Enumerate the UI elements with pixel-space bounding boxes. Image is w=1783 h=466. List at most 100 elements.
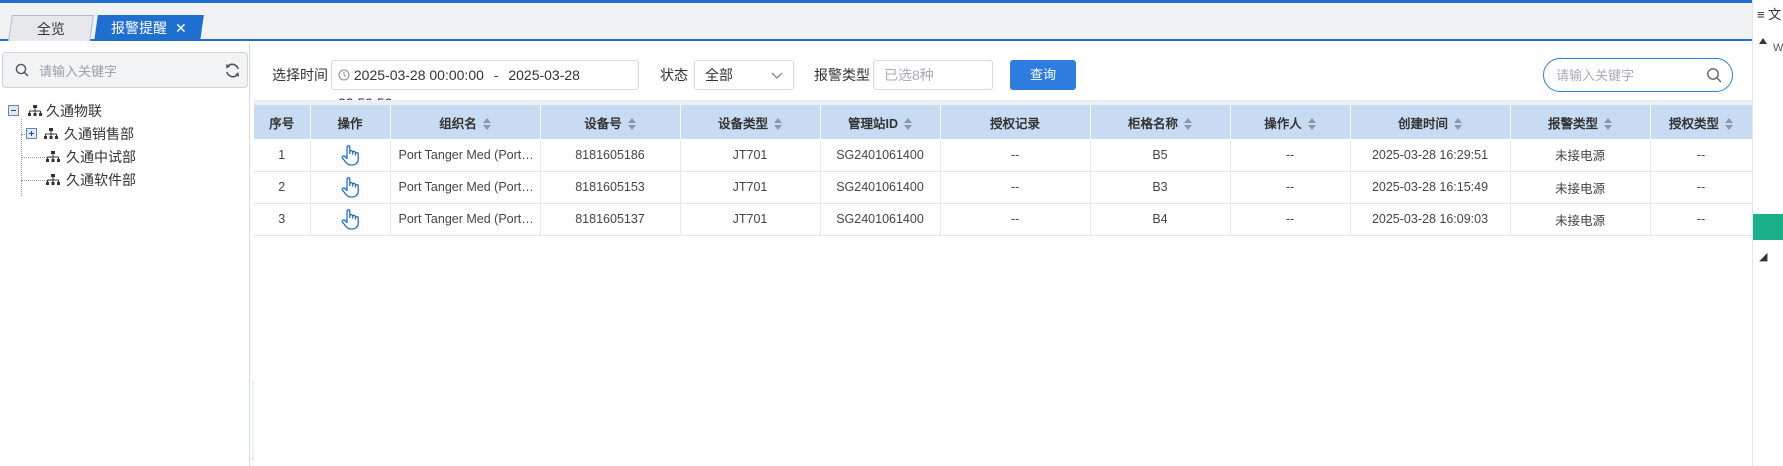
cell-station-id: SG2401061400 — [820, 203, 941, 236]
table-row: 2 Port Tanger Med (Port… 8181605153 JT70… — [254, 171, 1753, 204]
cell-operator: -- — [1230, 203, 1351, 236]
date-range-separator: - — [493, 67, 499, 83]
expand-icon[interactable] — [26, 128, 37, 139]
hand-pointer-icon[interactable] — [340, 176, 360, 198]
cell-device-type: JT701 — [680, 203, 821, 236]
green-indicator[interactable] — [1753, 214, 1783, 240]
cell-auth-record: -- — [940, 203, 1091, 236]
filter-bar: 选择时间 2025-03-28 00:00:00 - 2025-03-28 23… — [254, 43, 1752, 111]
cell-auth-record: -- — [940, 139, 1091, 172]
column-header-org[interactable]: 组织名 — [390, 105, 541, 139]
sort-icon[interactable] — [1604, 118, 1612, 131]
menu-text[interactable]: ≡ 文 — [1757, 4, 1781, 23]
cell-action — [310, 171, 391, 204]
hand-pointer-icon[interactable] — [340, 208, 360, 230]
query-button[interactable]: 查询 — [1010, 60, 1076, 90]
cell-action — [310, 139, 391, 172]
cell-action — [310, 203, 391, 236]
alarm-table: 序号 操作 组织名 设备号 设备类型 管理站ID 授权记录 柜格名称 操作人 创… — [254, 105, 1753, 236]
keyword-search — [1543, 58, 1733, 92]
sidebar-search-input[interactable] — [39, 59, 219, 83]
alarm-type-input[interactable] — [884, 67, 984, 83]
table-row: 1 Port Tanger Med (Port… 8181605186 JT70… — [254, 139, 1753, 172]
column-header-auth-type[interactable]: 授权类型 — [1650, 105, 1753, 139]
table-header-row: 序号 操作 组织名 设备号 设备类型 管理站ID 授权记录 柜格名称 操作人 创… — [254, 105, 1753, 139]
sort-icon[interactable] — [1307, 118, 1316, 131]
cell-cabinet: B5 — [1090, 139, 1231, 172]
chevron-down-icon — [771, 72, 783, 79]
cell-device-type: JT701 — [680, 139, 821, 172]
column-header-device-type[interactable]: 设备类型 — [680, 105, 821, 139]
column-header-index: 序号 — [254, 105, 311, 139]
sort-icon[interactable] — [482, 118, 491, 131]
cell-auth-type: -- — [1650, 171, 1753, 204]
tree-node-label: 久通物联 — [46, 103, 102, 119]
sort-icon[interactable] — [904, 118, 912, 131]
org-icon — [46, 174, 60, 185]
org-sidebar: 久通物联 久通销售部 久通中试部 久通软件部 — [0, 43, 250, 466]
column-header-station-id[interactable]: 管理站ID — [820, 105, 941, 139]
caret-up-icon[interactable] — [1759, 38, 1767, 44]
sort-icon[interactable] — [774, 118, 782, 131]
cell-created: 2025-03-28 16:09:03 — [1350, 203, 1511, 236]
cell-alarm-type: 未接电源 — [1510, 171, 1651, 204]
column-header-alarm-type[interactable]: 报警类型 — [1510, 105, 1651, 139]
cell-org: Port Tanger Med (Port… — [390, 139, 541, 172]
time-label: 选择时间 — [272, 67, 328, 83]
cell-device-no: 8181605153 — [540, 171, 681, 204]
clock-icon — [338, 69, 350, 81]
cell-alarm-type: 未接电源 — [1510, 139, 1651, 172]
tab-overview[interactable]: 全览 — [8, 15, 94, 41]
org-icon — [44, 128, 58, 139]
alarm-type-select[interactable] — [873, 60, 993, 90]
column-header-operator[interactable]: 操作人 — [1230, 105, 1351, 139]
cell-created: 2025-03-28 16:29:51 — [1350, 139, 1511, 172]
sort-icon[interactable] — [1725, 118, 1733, 131]
cell-index: 3 — [254, 203, 311, 236]
cell-device-no: 8181605186 — [540, 139, 681, 172]
status-select[interactable]: 全部 — [694, 60, 794, 90]
right-side-panel: ≡ 文 W ◢ — [1752, 0, 1783, 466]
date-range-start: 2025-03-28 00:00:00 — [353, 67, 484, 83]
caret-icon: ◢ — [1759, 251, 1768, 263]
sort-icon[interactable] — [627, 118, 636, 131]
collapse-icon[interactable] — [8, 105, 19, 116]
column-header-device-no[interactable]: 设备号 — [540, 105, 681, 139]
alarm-table-container: 序号 操作 组织名 设备号 设备类型 管理站ID 授权记录 柜格名称 操作人 创… — [254, 100, 1753, 466]
table-row: 3 Port Tanger Med (Port… 8181605137 JT70… — [254, 203, 1753, 236]
column-header-cabinet[interactable]: 柜格名称 — [1090, 105, 1231, 139]
tree-node-label: 久通软件部 — [66, 172, 136, 188]
search-icon — [15, 63, 29, 77]
column-header-created[interactable]: 创建时间 — [1350, 105, 1511, 139]
cell-org: Port Tanger Med (Port… — [390, 203, 541, 236]
cell-alarm-type: 未接电源 — [1510, 203, 1651, 236]
cell-station-id: SG2401061400 — [820, 139, 941, 172]
search-icon[interactable] — [1706, 67, 1722, 83]
org-icon — [46, 151, 60, 162]
cell-cabinet: B4 — [1090, 203, 1231, 236]
cell-device-type: JT701 — [680, 171, 821, 204]
cell-auth-record: -- — [940, 171, 1091, 204]
main-panel: 选择时间 2025-03-28 00:00:00 - 2025-03-28 23… — [254, 43, 1753, 466]
cell-index: 2 — [254, 171, 311, 204]
panel-letter: W — [1773, 42, 1783, 54]
tree-node-label: 久通销售部 — [64, 126, 134, 142]
cell-cabinet: B3 — [1090, 171, 1231, 204]
hand-pointer-icon[interactable] — [340, 144, 360, 166]
cell-auth-type: -- — [1650, 203, 1753, 236]
cell-operator: -- — [1230, 139, 1351, 172]
close-tab-icon[interactable]: ✕ — [175, 15, 187, 41]
cell-created: 2025-03-28 16:15:49 — [1350, 171, 1511, 204]
cell-index: 1 — [254, 139, 311, 172]
refresh-icon[interactable] — [224, 62, 241, 79]
keyword-search-input[interactable] — [1556, 66, 1696, 84]
tab-alarm-reminder[interactable]: 报警提醒 ✕ — [94, 15, 204, 41]
cell-station-id: SG2401061400 — [820, 171, 941, 204]
cell-auth-type: -- — [1650, 139, 1753, 172]
status-value: 全部 — [705, 67, 733, 83]
column-header-action: 操作 — [310, 105, 391, 139]
date-range-picker[interactable]: 2025-03-28 00:00:00 - 2025-03-28 23:59:5… — [331, 60, 639, 111]
tree-node-label: 久通中试部 — [66, 149, 136, 165]
sort-icon[interactable] — [1454, 118, 1462, 131]
sort-icon[interactable] — [1184, 118, 1192, 131]
